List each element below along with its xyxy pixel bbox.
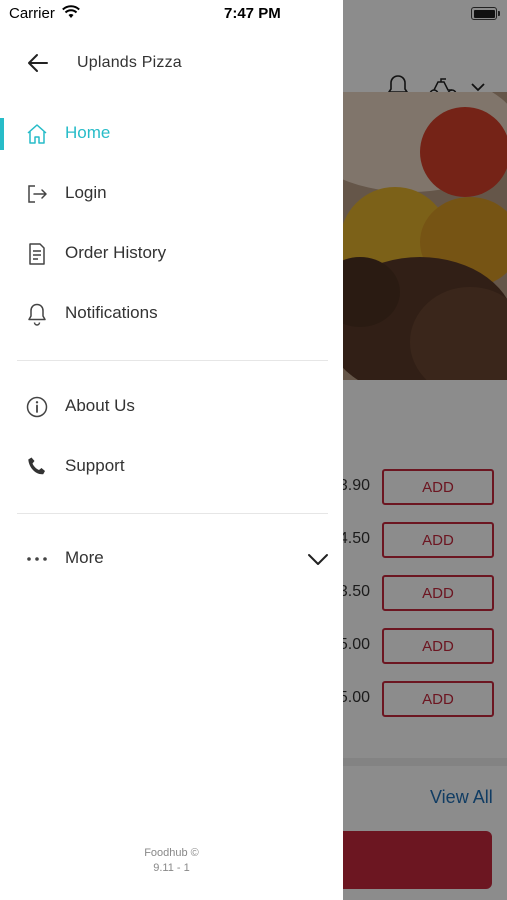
menu-item-label: Home <box>65 123 111 142</box>
menu-item-label: About Us <box>65 396 135 415</box>
menu-item-label: More <box>65 548 104 567</box>
menu-item-label: Support <box>65 456 125 475</box>
menu-item-home[interactable]: Home <box>0 108 343 160</box>
home-icon <box>27 124 47 144</box>
menu-divider <box>17 360 328 361</box>
login-icon <box>28 185 47 203</box>
menu-divider <box>17 513 328 514</box>
more-icon <box>27 557 47 561</box>
side-drawer: Uplands Pizza Home Login Order History N… <box>0 0 343 900</box>
menu-item-label: Order History <box>65 243 167 262</box>
menu-item-login[interactable]: Login <box>0 168 343 220</box>
active-indicator <box>0 118 4 150</box>
menu-item-more[interactable]: More <box>0 533 343 585</box>
footer-version: 9.11 - 1 <box>153 862 190 874</box>
menu-item-order-history[interactable]: Order History <box>0 228 343 280</box>
order-history-icon <box>29 243 45 265</box>
bell-icon <box>28 303 46 326</box>
drawer-header: Uplands Pizza <box>0 36 343 92</box>
menu-item-label: Notifications <box>65 303 158 322</box>
battery-tip <box>498 11 500 16</box>
back-arrow-icon[interactable] <box>26 51 50 75</box>
chevron-down-icon[interactable] <box>306 548 330 570</box>
restaurant-title: Uplands Pizza <box>77 54 182 71</box>
phone-icon <box>28 457 45 475</box>
menu-item-support[interactable]: Support <box>0 441 343 493</box>
clock: 7:47 PM <box>224 5 281 22</box>
battery-icon <box>471 7 497 20</box>
info-icon <box>26 396 48 418</box>
menu-item-label: Login <box>65 183 107 202</box>
status-bar: Carrier 7:47 PM <box>0 0 507 28</box>
app-footer: Foodhub © 9.11 - 1 <box>0 846 343 876</box>
footer-brand: Foodhub © <box>144 847 199 859</box>
menu-item-notifications[interactable]: Notifications <box>0 288 343 340</box>
carrier-label: Carrier <box>9 5 55 22</box>
menu-item-about-us[interactable]: About Us <box>0 381 343 433</box>
wifi-icon <box>62 5 80 18</box>
